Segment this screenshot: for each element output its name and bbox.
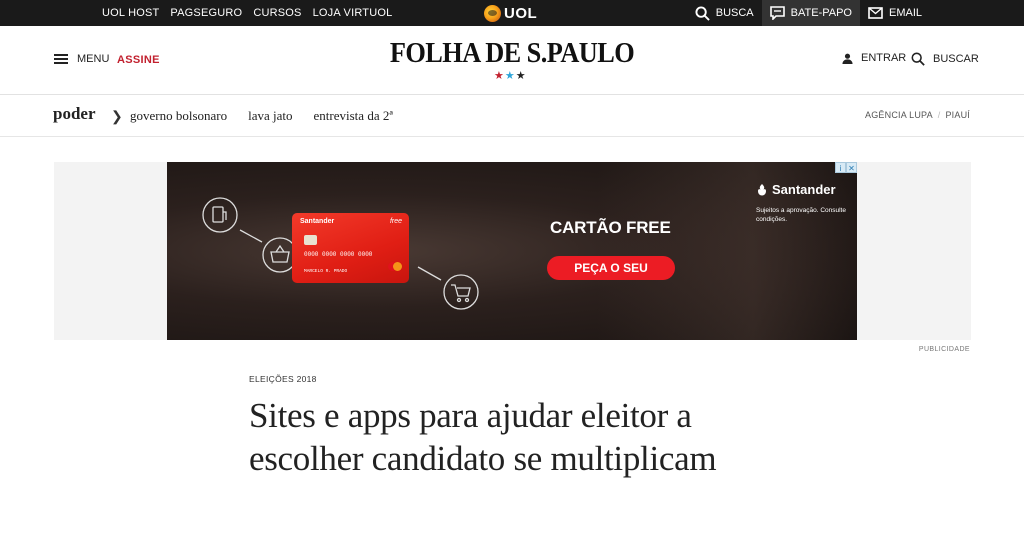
logo-stars: ★★★ bbox=[494, 69, 527, 82]
credit-card-image: Santander free 0000 0000 0000 0000 MARCE… bbox=[292, 213, 409, 283]
uol-email-button[interactable]: EMAIL bbox=[860, 0, 1024, 26]
blue-star-icon: ★ bbox=[504, 70, 516, 82]
chat-icon bbox=[769, 6, 785, 20]
card-holder: MARCELO R. PRADO bbox=[304, 269, 348, 274]
ad-label: PUBLICIDADE bbox=[918, 346, 970, 353]
uol-search-button[interactable]: BUSCA bbox=[687, 0, 762, 26]
hamburger-icon bbox=[54, 54, 68, 64]
link-piaui[interactable]: PIAUÍ bbox=[945, 110, 970, 120]
menu-button[interactable]: MENU bbox=[54, 53, 109, 65]
uol-link-pagseguro[interactable]: PAGSEGURO bbox=[170, 7, 242, 19]
uol-right-tools: BUSCA BATE-PAPO EMAIL bbox=[687, 0, 1024, 26]
section-sublinks: governo bolsonaro lava jato entrevista d… bbox=[130, 108, 393, 124]
uol-top-bar: UOL HOST PAGSEGURO CURSOS LOJA VIRTUOL U… bbox=[0, 0, 1024, 26]
article-kicker[interactable]: ELEIÇÕES 2018 bbox=[249, 374, 317, 384]
uol-logo-text: UOL bbox=[504, 4, 538, 22]
santander-flame-icon bbox=[758, 183, 766, 195]
search-icon bbox=[695, 5, 710, 21]
site-header: MENU ASSINE FOLHA DE S.PAULO ★★★ ENTRAR … bbox=[0, 26, 1024, 95]
card-chip bbox=[304, 235, 317, 245]
ad-banner[interactable]: i ✕ Santander free 0000 0000 0000 0000 MA… bbox=[167, 162, 857, 340]
card-brand: Santander bbox=[300, 218, 335, 225]
card-free-label: free bbox=[389, 218, 402, 225]
uol-ball-icon bbox=[484, 4, 501, 22]
uol-chat-label: BATE-PAPO bbox=[790, 7, 852, 19]
search-button[interactable]: BUSCAR bbox=[911, 52, 979, 66]
ad-title: CARTÃO FREE bbox=[550, 218, 671, 237]
uol-link-loja-virtuol[interactable]: LOJA VIRTUOL bbox=[313, 7, 393, 19]
section-name[interactable]: poder bbox=[53, 104, 96, 124]
subscribe-link[interactable]: ASSINE bbox=[117, 54, 160, 66]
search-icon bbox=[911, 52, 925, 66]
link-agencia-lupa[interactable]: AGÊNCIA LUPA bbox=[865, 110, 933, 120]
chevron-right-icon: ❯ bbox=[111, 108, 123, 124]
card-number: 0000 0000 0000 0000 bbox=[304, 251, 373, 258]
login-label: ENTRAR bbox=[861, 52, 907, 64]
ad-cta-button[interactable]: PEÇA O SEU bbox=[547, 256, 675, 280]
uol-search-label: BUSCA bbox=[715, 7, 754, 19]
uol-chat-button[interactable]: BATE-PAPO bbox=[761, 0, 860, 26]
section-nav: poder ❯ governo bolsonaro lava jato entr… bbox=[0, 95, 1024, 137]
mastercard-logo-icon bbox=[388, 262, 402, 271]
sublink-entrevista[interactable]: entrevista da 2ª bbox=[314, 108, 393, 124]
uol-email-label: EMAIL bbox=[888, 7, 922, 19]
black-star-icon: ★ bbox=[515, 70, 527, 82]
search-label: BUSCAR bbox=[933, 53, 979, 65]
article-headline: Sites e apps para ajudar eleitor a escol… bbox=[249, 396, 717, 478]
red-star-icon: ★ bbox=[494, 70, 505, 82]
folha-logo[interactable]: FOLHA DE S.PAULO bbox=[388, 38, 636, 70]
sublink-lava-jato[interactable]: lava jato bbox=[248, 108, 292, 124]
uol-logo[interactable]: UOL bbox=[484, 4, 537, 22]
ad-brand-logo: Santander bbox=[756, 182, 836, 197]
email-icon bbox=[868, 7, 883, 19]
user-icon bbox=[842, 53, 853, 64]
ad-icons-illustration bbox=[202, 197, 479, 310]
sublink-governo-bolsonaro[interactable]: governo bolsonaro bbox=[130, 108, 227, 124]
uol-links: UOL HOST PAGSEGURO CURSOS LOJA VIRTUOL bbox=[102, 0, 392, 26]
login-button[interactable]: ENTRAR bbox=[842, 52, 906, 64]
menu-label: MENU bbox=[77, 53, 110, 65]
separator: / bbox=[937, 110, 941, 120]
uol-link-cursos[interactable]: CURSOS bbox=[253, 7, 301, 19]
uol-link-host[interactable]: UOL HOST bbox=[102, 7, 159, 19]
section-right-links: AGÊNCIA LUPA / PIAUÍ bbox=[865, 110, 970, 120]
ad-note: Sujeitos a aprovação. Consulte condições… bbox=[756, 207, 846, 223]
ad-brand-text: Santander bbox=[772, 182, 836, 197]
